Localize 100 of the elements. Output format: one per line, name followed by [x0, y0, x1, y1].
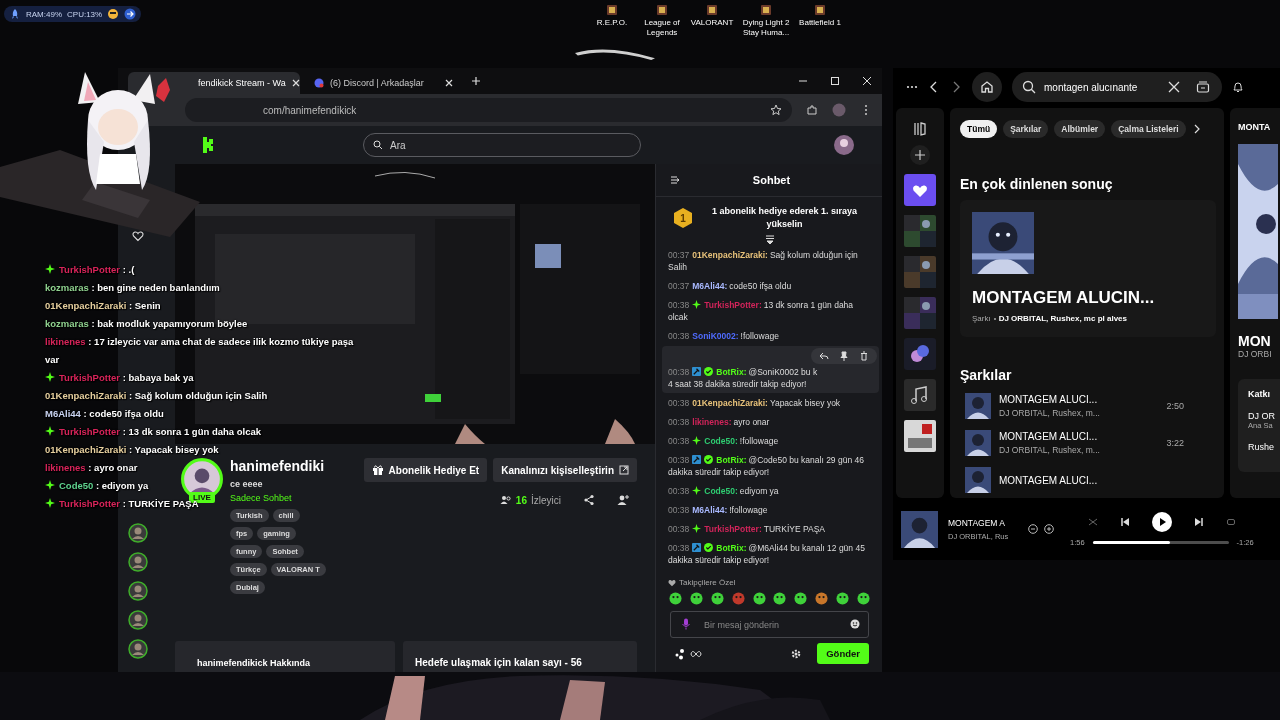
liked-songs-icon[interactable] — [904, 174, 936, 206]
channel-avatar[interactable] — [127, 639, 148, 659]
library-icon[interactable] — [913, 122, 927, 136]
chat-message[interactable]: 00:38 SoniK0002: !followage — [662, 330, 879, 342]
reply-icon[interactable] — [819, 351, 829, 361]
maximize-icon[interactable] — [830, 76, 840, 86]
sparkle-badge-icon — [692, 524, 702, 533]
heart-icon[interactable] — [131, 230, 144, 242]
progress-track[interactable] — [1092, 540, 1229, 544]
play-icon[interactable] — [1151, 511, 1172, 532]
streamer-name[interactable]: hanimefendiki — [230, 458, 364, 474]
follow-icon[interactable] — [617, 494, 629, 506]
song-row[interactable]: MONTAGEM ALUCI... — [965, 467, 1216, 493]
emote-icon[interactable] — [710, 592, 724, 605]
browser-tab[interactable]: (6) Discord | Arkadaşlar — [306, 72, 461, 94]
emote-icon[interactable] — [856, 592, 870, 605]
home-button[interactable] — [972, 72, 1002, 102]
add-icon[interactable] — [1044, 524, 1054, 534]
collapse-icon[interactable] — [670, 175, 680, 185]
song-row[interactable]: MONTAGEM ALUCI... DJ ORBITAL, Rushex, m... 3:22 — [965, 430, 1216, 456]
emote-icon[interactable] — [752, 592, 766, 605]
shuffle-icon[interactable] — [1087, 516, 1098, 527]
send-button[interactable]: Gönder — [817, 643, 869, 664]
address-bar[interactable]: com/hanimefendikick — [185, 98, 792, 122]
result-artists[interactable]: DJ ORBITAL, Rushex, mc pl alves — [998, 314, 1127, 323]
game-icon[interactable] — [814, 4, 826, 16]
song-row[interactable]: MONTAGEM ALUCI... DJ ORBITAL, Rushex, m... 2:50 — [965, 393, 1216, 419]
add-icon[interactable] — [910, 145, 930, 165]
channel-avatar[interactable] — [127, 523, 148, 543]
browser-tab[interactable]: fendikick Stream - Wa — [128, 72, 300, 94]
chat-message[interactable]: 00:38 BotRix: @Code50 bu kanalı 29 gün 46 dakika süredir takip ediyor! — [662, 454, 879, 478]
channel-avatar[interactable] — [127, 610, 148, 630]
game-icon[interactable] — [760, 4, 772, 16]
emote-icon[interactable] — [669, 592, 682, 605]
filter-chip[interactable]: Albümler — [1054, 120, 1106, 138]
now-playing-title[interactable]: MONTAGEM A — [948, 517, 1022, 528]
game-icon[interactable] — [606, 4, 618, 16]
share-icon[interactable] — [583, 494, 595, 506]
close-icon[interactable] — [445, 79, 453, 87]
chat-message[interactable]: 00:38 TurkishPotter: 13 dk sonra 1 gün daha olcak — [662, 299, 879, 323]
emote-icon[interactable] — [773, 592, 787, 605]
close-icon[interactable] — [862, 76, 872, 86]
chat-message[interactable]: 00:38 01KenpachiZaraki: Yapacak bisey yok — [662, 397, 879, 409]
star-icon[interactable] — [770, 104, 782, 116]
scroll-down-icon[interactable] — [764, 235, 775, 245]
chat-message[interactable]: 00:37 01KenpachiZaraki: Sağ kolum olduğun için Salih — [662, 249, 879, 273]
bell-icon[interactable] — [1232, 81, 1244, 93]
delete-icon[interactable] — [859, 351, 869, 361]
game-icon[interactable] — [656, 4, 668, 16]
kick-logo-icon[interactable] — [203, 137, 213, 153]
clear-icon[interactable] — [1168, 81, 1180, 93]
remove-icon[interactable] — [1028, 524, 1038, 534]
action-button[interactable]: Kanalınızı kişiselleştirin — [493, 458, 637, 482]
chat-message[interactable]: 00:38 likinenes: ayro onar — [662, 416, 879, 428]
emote-icon[interactable] — [689, 592, 703, 605]
settings-icon[interactable] — [791, 648, 802, 659]
top-result-card[interactable]: MONTAGEM ALUCIN... Şarkı DJ ORBITAL, Rushex, mc pl alves — [960, 200, 1216, 337]
emote-icon[interactable] — [794, 592, 808, 605]
channel-avatar[interactable] — [127, 552, 148, 572]
emoji-icon[interactable] — [850, 619, 860, 629]
repeat-icon[interactable] — [1225, 516, 1236, 527]
points-icon[interactable] — [674, 647, 686, 660]
next-track-icon[interactable] — [1193, 516, 1204, 527]
pin-icon[interactable] — [839, 351, 849, 361]
desktop-icon-label[interactable]: Battlefield 1 — [799, 18, 841, 28]
chat-message[interactable]: 00:38 M6Ali44: !followage — [662, 504, 879, 516]
user-avatar[interactable] — [834, 135, 854, 155]
desktop-icon-label[interactable]: R.E.P.O. — [596, 18, 628, 28]
search-field[interactable]: montagen alucınante — [1012, 72, 1222, 102]
music-note-icon[interactable] — [904, 379, 936, 411]
chat-message[interactable]: 00:37 M6Ali44: code50 ifşa oldu — [662, 280, 879, 292]
chat-message[interactable]: 00:38 BotRix: @SoniK0002 bu k 4 saat 38 dakika süredir takip ediyor! — [662, 346, 879, 393]
channel-avatar[interactable] — [127, 581, 148, 601]
chat-message[interactable]: 00:38 BotRix: @M6Ali44 bu kanalı 12 gün 45 dakika süredir takip ediyor! — [662, 542, 879, 566]
filter-chip[interactable]: Çalma Listeleri — [1111, 120, 1186, 138]
desktop-icon-label[interactable]: VALORANT — [690, 18, 734, 28]
message-input[interactable]: Bir mesaj gönderin — [670, 611, 869, 638]
previous-icon[interactable] — [1119, 516, 1130, 527]
action-button[interactable]: Abonelik Hediye Et — [363, 458, 488, 482]
heart-icon — [668, 578, 676, 587]
external-link-icon — [619, 465, 629, 475]
arrow-icon[interactable] — [124, 8, 137, 20]
new-tab-icon[interactable] — [471, 76, 481, 86]
chat-message[interactable]: 00:38 Code50: !followage — [662, 435, 879, 447]
filter-chip[interactable]: Tümü — [960, 120, 998, 138]
filter-chip[interactable]: Şarkılar — [1003, 120, 1049, 138]
chat-message[interactable]: 00:38 Code50: ediyom ya — [662, 485, 879, 497]
microphone-icon[interactable] — [680, 618, 692, 630]
browse-icon[interactable] — [1196, 80, 1210, 94]
close-icon[interactable] — [291, 79, 300, 87]
search-field[interactable]: Ara — [363, 133, 641, 157]
category-link[interactable]: Sadece Sohbet — [230, 493, 364, 503]
playlist-icon[interactable] — [904, 338, 936, 370]
emote-icon[interactable] — [836, 592, 849, 605]
desktop-icon-label[interactable]: Dying Light 2 Stay Huma... — [738, 18, 794, 38]
game-icon[interactable] — [706, 4, 718, 16]
emote-icon[interactable] — [815, 592, 829, 605]
chat-message[interactable]: 00:38 TurkishPotter: TURKİYE PAŞA — [662, 523, 879, 535]
desktop-icon-label[interactable]: League of Legends — [638, 18, 686, 38]
extensions-icon[interactable] — [806, 104, 818, 116]
